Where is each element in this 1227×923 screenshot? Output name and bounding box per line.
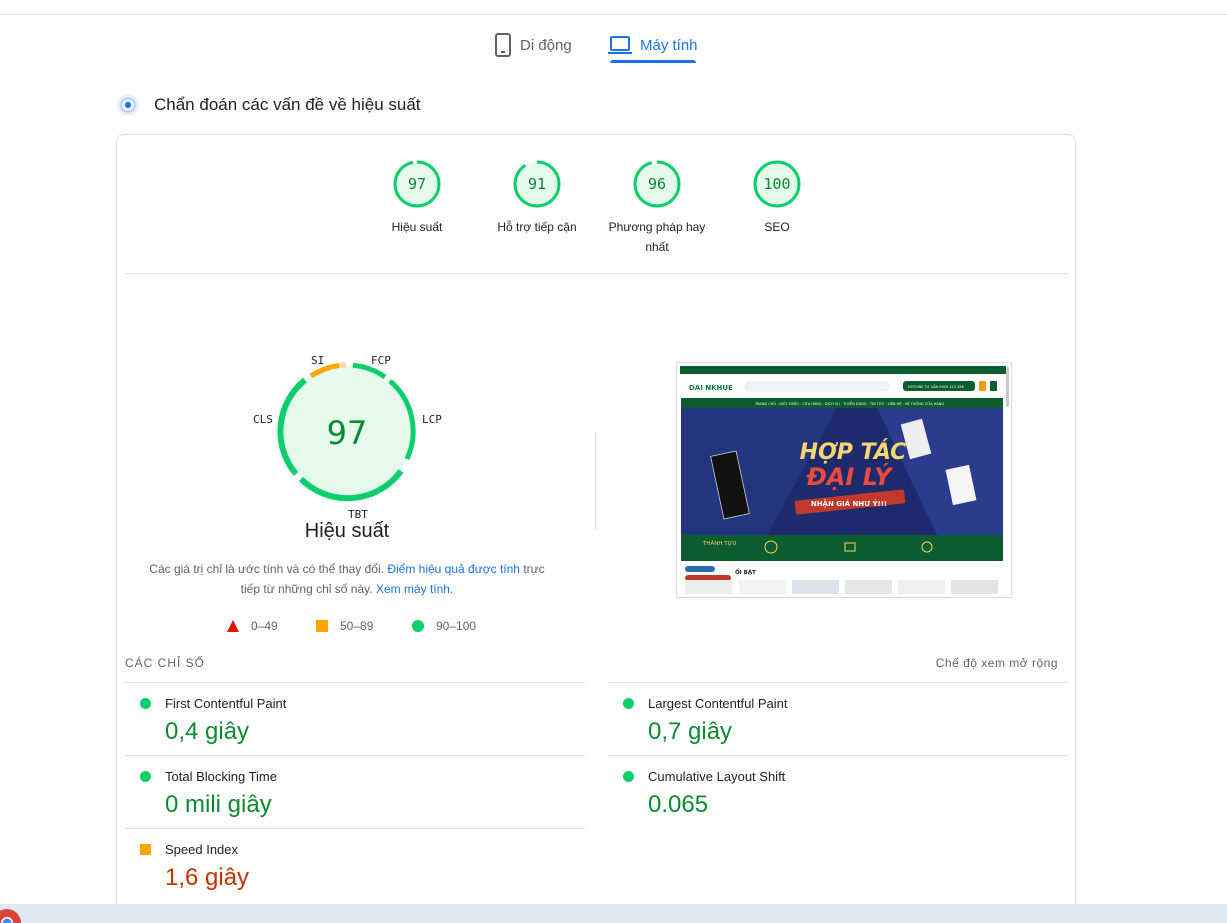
metric-label-lcp: LCP (422, 413, 442, 426)
gauge-seo[interactable]: 100 SEO (722, 159, 832, 237)
metric-fcp-value: 0,4 giây (165, 718, 250, 745)
diagnostics-icon (116, 93, 140, 117)
thumb-products-title: ỔI BẬT (735, 568, 756, 576)
gauge-accessibility-label: Hỗ trợ tiếp cận (497, 220, 577, 234)
taskbar (0, 904, 1227, 923)
estimate-note: Các giá trị chỉ là ước tính và có thể th… (147, 559, 547, 599)
gauge-best-practices-ring: 96 (633, 160, 681, 208)
pass-circle-icon (623, 698, 634, 709)
page-screenshot-preview[interactable]: DAI NKHUE HOTLINE TƯ VẤN 0909 123 456 TR… (676, 362, 1012, 598)
category-gauges: 97 Hiệu suất 91 Hỗ trợ tiếp cận 96 Phươn… (117, 159, 1075, 269)
gauge-performance-label: Hiệu suất (391, 220, 443, 234)
thumb-banner-ribbon: NHẬN GIÁ NHƯ Ý!!! (811, 499, 887, 508)
tab-desktop[interactable]: Máy tính (608, 26, 698, 64)
gauge-accessibility-score: 91 (528, 175, 546, 193)
gauge-accessibility-ring: 91 (513, 160, 561, 208)
performance-score: 97 (327, 414, 368, 452)
square-icon (316, 620, 328, 632)
gauge-best-practices[interactable]: 96 Phương pháp hay nhất (602, 159, 712, 257)
metric-si-value: 1,6 giây (165, 864, 250, 891)
expand-view-toggle[interactable]: Chế độ xem mở rộng (936, 656, 1058, 670)
gauge-seo-score: 100 (763, 175, 790, 193)
section-header: Chẩn đoán các vấn đề về hiệu suất (116, 93, 421, 117)
section-title: Chẩn đoán các vấn đề về hiệu suất (154, 95, 421, 114)
gauge-performance-ring: 97 (393, 160, 441, 208)
laptop-icon (608, 35, 632, 55)
pass-circle-icon (140, 698, 151, 709)
performance-title: Hiệu suất (304, 520, 390, 542)
metric-lcp-value: 0,7 giây (648, 718, 733, 745)
vertical-separator (595, 433, 596, 529)
pass-circle-icon (623, 771, 634, 782)
gauge-best-practices-score: 96 (648, 175, 666, 193)
legend-fail: 0–49 (227, 619, 278, 633)
gauge-seo-label: SEO (764, 220, 790, 234)
tab-desktop-label: Máy tính (640, 36, 698, 54)
metrics-heading: CÁC CHỈ SỐ (125, 656, 206, 670)
circle-icon (412, 620, 424, 632)
thumb-banner-line2: ĐẠI LÝ (805, 462, 894, 491)
gauge-accessibility[interactable]: 91 Hỗ trợ tiếp cận (482, 159, 592, 237)
chrome-icon[interactable] (0, 908, 22, 923)
pass-circle-icon (140, 771, 151, 782)
metric-tbt: Total Blocking Time 0 mili giây (125, 755, 585, 828)
average-square-icon (140, 844, 151, 855)
metric-label-fcp: FCP (371, 354, 391, 367)
gauge-performance[interactable]: 97 Hiệu suất (362, 159, 472, 237)
note-text: Các giá trị chỉ là ước tính và có thể th… (149, 562, 384, 576)
smartphone-icon (494, 33, 512, 57)
metric-tbt-value: 0 mili giây (165, 791, 272, 818)
metric-label-cls: CLS (253, 413, 273, 426)
metric-si: Speed Index 1,6 giây (125, 828, 585, 901)
legend-pass-label: 90–100 (436, 619, 477, 633)
metric-fcp-name: First Contentful Paint (165, 696, 287, 711)
metric-cls: Cumulative Layout Shift 0.065 (608, 755, 1068, 828)
thumb-topbar (680, 366, 1006, 374)
metric-si-name: Speed Index (165, 842, 239, 857)
thumb-stats (681, 535, 1003, 561)
tab-mobile-label: Di động (520, 36, 572, 54)
si-arc-remainder (338, 362, 347, 368)
legend-pass: 90–100 (412, 619, 476, 633)
calculator-link[interactable]: Xem máy tính. (376, 582, 453, 596)
metric-cls-value: 0.065 (648, 791, 709, 818)
legend-fail-label: 0–49 (251, 619, 278, 633)
triangle-icon (227, 620, 239, 632)
gauges-divider (125, 273, 1068, 274)
metric-label-si: SI (311, 354, 325, 367)
active-tab-indicator (610, 60, 696, 63)
gauge-best-practices-label: Phương pháp hay nhất (608, 220, 706, 254)
thumb-search (744, 381, 890, 392)
tab-mobile[interactable]: Di động (494, 26, 572, 64)
metric-fcp: First Contentful Paint 0,4 giây (125, 682, 585, 755)
thumb-hotline: HOTLINE TƯ VẤN 0909 123 456 (908, 384, 964, 389)
gauge-performance-score: 97 (408, 175, 426, 193)
thumb-nav-text: TRANG CHỦ · GIỚI THIỆU · CỬA HÀNG · DỊCH… (754, 401, 944, 406)
thumb-scrollbar (1006, 367, 1009, 407)
gauge-seo-ring: 100 (753, 160, 801, 208)
metric-lcp-name: Largest Contentful Paint (648, 696, 788, 711)
metric-lcp: Largest Contentful Paint 0,7 giây (608, 682, 1068, 755)
legend-average: 50–89 (316, 619, 373, 633)
top-divider (0, 14, 1227, 15)
website-thumbnail: DAI NKHUE HOTLINE TƯ VẤN 0909 123 456 TR… (677, 363, 1011, 597)
metric-tbt-name: Total Blocking Time (165, 769, 277, 784)
metric-cls-name: Cumulative Layout Shift (648, 769, 786, 784)
thumb-stats-title: THÀNH TỰU (702, 540, 736, 547)
legend-average-label: 50–89 (340, 619, 374, 633)
performance-metrics-gauge: 97 (277, 362, 416, 502)
thumb-banner-line1: HỢP TÁC (800, 439, 907, 465)
score-calc-link[interactable]: Điểm hiệu quả được tính (387, 562, 520, 576)
thumb-logo: DAI NKHUE (689, 384, 733, 392)
report-card: 97 Hiệu suất 91 Hỗ trợ tiếp cận 96 Phươn… (116, 134, 1076, 923)
